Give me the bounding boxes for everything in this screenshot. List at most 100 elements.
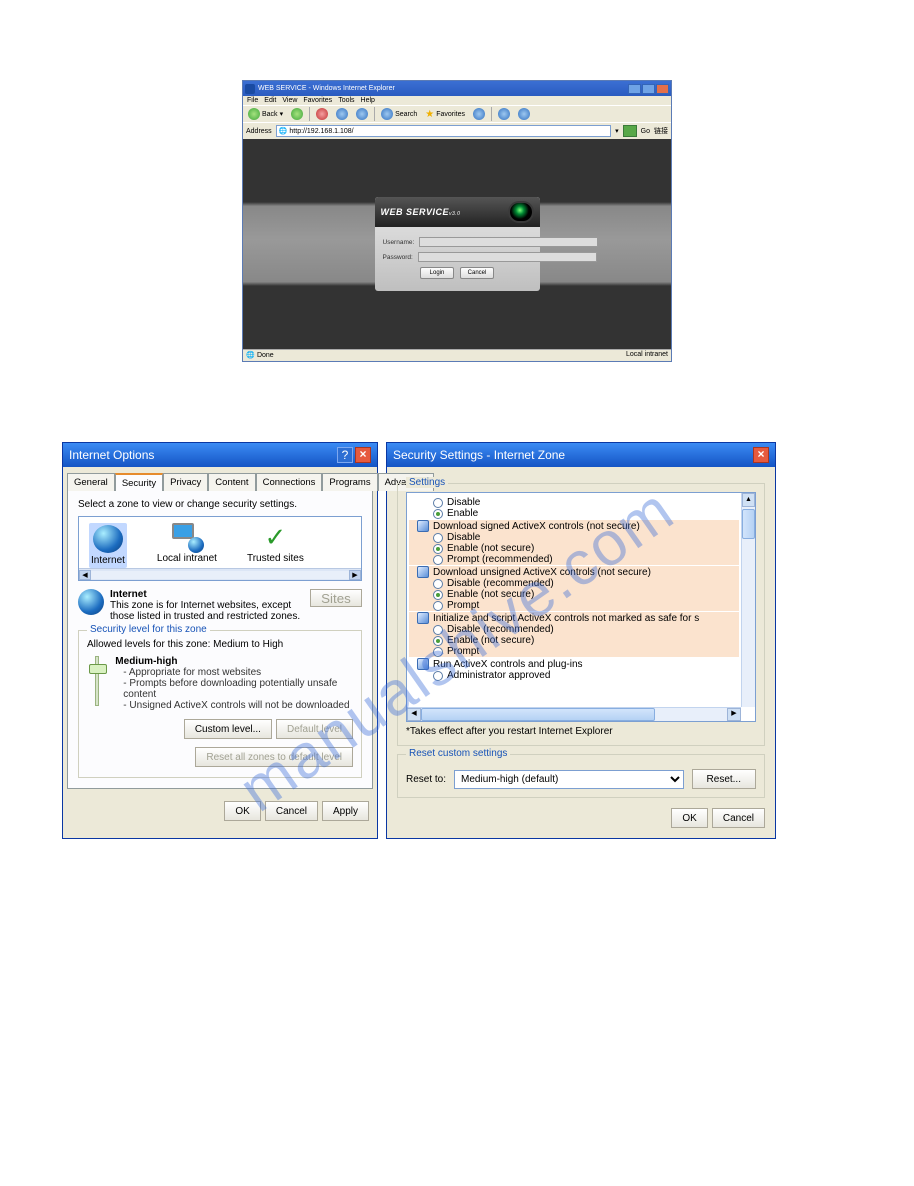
stop-button[interactable] (313, 107, 331, 121)
password-label: Password: (383, 254, 413, 261)
dialogs-row: Internet Options ? × General Security Pr… (60, 442, 854, 839)
login-panel: WEB SERVICEv3.0 Username: Password: Logi… (375, 197, 540, 291)
ie-content: WEB SERVICEv3.0 Username: Password: Logi… (243, 139, 671, 349)
close-button[interactable] (656, 84, 669, 94)
reset-to-select[interactable]: Medium-high (default) (454, 770, 684, 789)
ie-titlebar: WEB SERVICE - Windows Internet Explorer (243, 81, 671, 96)
radio-prompt-rec[interactable]: Prompt (recommended) (409, 554, 739, 565)
password-input[interactable] (418, 252, 597, 262)
radio-enable-ns[interactable]: Enable (not secure) (409, 543, 739, 554)
radio-enable-ns[interactable]: Enable (not secure) (409, 589, 739, 600)
zone-scrollbar[interactable]: ◀▶ (79, 568, 361, 580)
zone-trusted[interactable]: ✓ Trusted sites (247, 523, 304, 568)
radio-disable[interactable]: Disable (409, 532, 739, 543)
vertical-scrollbar[interactable]: ▲ (741, 493, 755, 707)
menu-favorites[interactable]: Favorites (303, 97, 332, 104)
select-zone-text: Select a zone to view or change security… (78, 499, 362, 510)
io-footer: OK Cancel Apply (63, 795, 377, 831)
radio-disable-rec[interactable]: Disable (recommended) (409, 578, 739, 589)
ss-titlebar: Security Settings - Internet Zone × (387, 443, 775, 467)
login-header: WEB SERVICEv3.0 (375, 197, 540, 227)
login-button[interactable]: Login (420, 267, 454, 279)
io-ok-button[interactable]: OK (224, 801, 260, 821)
radio-enable-ns[interactable]: Enable (not secure) (409, 635, 739, 646)
security-level-group: Security level for this zone Allowed lev… (78, 630, 362, 778)
login-cancel-button[interactable]: Cancel (460, 267, 494, 279)
minimize-button[interactable] (628, 84, 641, 94)
io-title: Internet Options (69, 448, 335, 462)
ss-ok-button[interactable]: OK (671, 808, 707, 828)
sites-button: Sites (310, 589, 362, 607)
tab-security[interactable]: Security (115, 473, 163, 491)
help-button[interactable]: ? (337, 447, 353, 463)
menu-file[interactable]: File (247, 97, 258, 104)
username-input[interactable] (419, 237, 598, 247)
ss-cancel-button[interactable]: Cancel (712, 808, 765, 828)
camera-icon (508, 201, 534, 223)
zone-internet[interactable]: Internet (89, 523, 127, 568)
cat-initialize-script: Initialize and script ActiveX controls n… (409, 612, 739, 624)
activex-icon (417, 658, 429, 670)
radio-admin[interactable]: Administrator approved (409, 670, 739, 681)
menu-help[interactable]: Help (361, 97, 375, 104)
menu-edit[interactable]: Edit (264, 97, 276, 104)
security-slider[interactable] (87, 656, 107, 711)
refresh-button[interactable] (333, 107, 351, 121)
reset-legend: Reset custom settings (406, 748, 510, 759)
io-titlebar: Internet Options ? × (63, 443, 377, 467)
zone-name: Internet (110, 589, 304, 600)
ie-icon (245, 84, 255, 94)
io-close-button[interactable]: × (355, 447, 371, 463)
radio-disable-rec[interactable]: Disable (recommended) (409, 624, 739, 635)
menu-view[interactable]: View (282, 97, 297, 104)
default-level-button: Default level (276, 719, 353, 739)
reset-to-label: Reset to: (406, 774, 446, 785)
mail-button[interactable] (495, 107, 513, 121)
io-tabs: General Security Privacy Content Connect… (63, 467, 377, 491)
io-cancel-button[interactable]: Cancel (265, 801, 318, 821)
horizontal-scrollbar[interactable]: ◀▶ (407, 707, 741, 721)
go-button[interactable] (623, 125, 637, 137)
document-page: WEB SERVICE - Windows Internet Explorer … (0, 0, 914, 1039)
history-button[interactable] (470, 107, 488, 121)
radio-prompt[interactable]: Prompt (409, 646, 739, 657)
tab-connections[interactable]: Connections (256, 473, 323, 491)
reset-all-button: Reset all zones to default level (195, 747, 353, 767)
dropdown-icon[interactable]: ▾ (615, 127, 619, 135)
ss-close-button[interactable]: × (753, 447, 769, 463)
forward-button[interactable] (288, 107, 306, 121)
home-button[interactable] (353, 107, 371, 121)
links-label[interactable]: 链接 (654, 126, 668, 136)
cat-download-signed: Download signed ActiveX controls (not se… (409, 520, 739, 532)
back-button[interactable]: Back ▾ (245, 107, 286, 121)
restart-note: *Takes effect after you restart Internet… (406, 726, 756, 737)
activex-icon (417, 612, 429, 624)
ie-toolbar: Back ▾ Search ★Favorites (243, 105, 671, 122)
maximize-button[interactable] (642, 84, 655, 94)
custom-level-button[interactable]: Custom level... (184, 719, 272, 739)
radio-prompt[interactable]: Prompt (409, 600, 739, 611)
favorites-button[interactable]: ★Favorites (422, 108, 468, 121)
settings-legend: Settings (406, 477, 448, 488)
reset-button[interactable]: Reset... (692, 769, 756, 789)
tab-programs[interactable]: Programs (322, 473, 377, 491)
globe-icon (78, 589, 104, 615)
zone-desc: This zone is for Internet websites, exce… (110, 600, 304, 622)
print-button[interactable] (515, 107, 533, 121)
menu-tools[interactable]: Tools (338, 97, 354, 104)
check-icon: ✓ (260, 523, 290, 551)
intranet-icon (172, 523, 202, 551)
activex-icon (417, 520, 429, 532)
address-label: Address (246, 128, 272, 135)
address-field[interactable]: 🌐http://192.168.1.108/ (276, 125, 611, 137)
radio-disable[interactable]: Disable (409, 497, 739, 508)
zone-list: Internet Local intranet ✓ Trusted sites … (78, 516, 362, 581)
zone-local-intranet[interactable]: Local intranet (157, 523, 217, 568)
radio-enable[interactable]: Enable (409, 508, 739, 519)
tab-content[interactable]: Content (208, 473, 255, 491)
search-button[interactable]: Search (378, 107, 420, 121)
tab-general[interactable]: General (67, 473, 115, 491)
internet-options-dialog: Internet Options ? × General Security Pr… (62, 442, 378, 839)
io-apply-button[interactable]: Apply (322, 801, 369, 821)
tab-privacy[interactable]: Privacy (163, 473, 208, 491)
